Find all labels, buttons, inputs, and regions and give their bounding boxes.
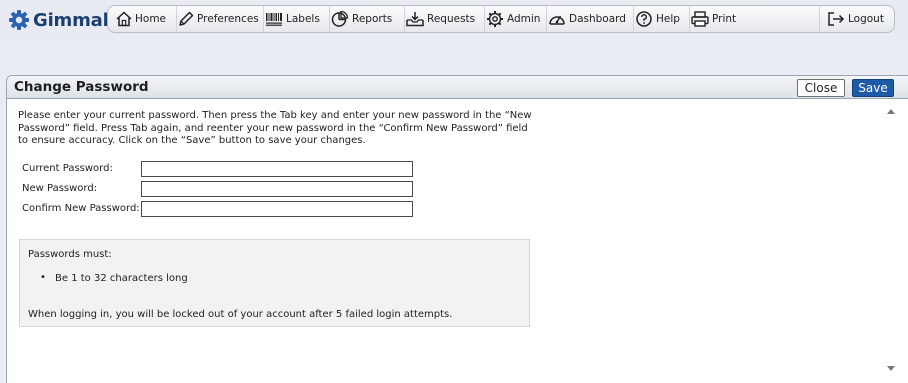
nav-labels[interactable]: Labels xyxy=(264,6,330,32)
inbox-download-icon xyxy=(406,12,424,27)
dialog-title: Change Password xyxy=(14,79,149,95)
nav-print[interactable]: Print xyxy=(690,6,746,32)
app-logo-text: Gimmal xyxy=(33,9,109,31)
change-password-dialog: Change Password Close Save Please enter … xyxy=(6,75,908,383)
save-button[interactable]: Save xyxy=(852,79,894,97)
help-icon xyxy=(636,11,652,27)
lockout-notice: When logging in, you will be locked out … xyxy=(28,309,453,320)
pencil-icon xyxy=(179,11,194,26)
nav-dashboard[interactable]: Dashboard xyxy=(547,6,634,32)
new-password-input[interactable] xyxy=(141,181,413,197)
home-icon xyxy=(116,11,132,27)
current-password-label: Current Password: xyxy=(22,163,113,174)
nav-admin[interactable]: Admin xyxy=(485,6,547,32)
speedometer-icon xyxy=(549,15,565,25)
new-password-label: New Password: xyxy=(22,183,98,194)
barcode-icon xyxy=(266,13,282,26)
nav-reports[interactable]: Reports xyxy=(330,6,405,32)
app-logo[interactable]: Gimmal xyxy=(8,7,109,33)
nav-help[interactable]: Help xyxy=(634,6,690,32)
confirm-password-input[interactable] xyxy=(141,201,413,217)
close-button[interactable]: Close xyxy=(797,79,845,97)
nav-preferences[interactable]: Preferences xyxy=(177,6,264,32)
nav-home[interactable]: Home xyxy=(115,6,177,32)
logout-icon xyxy=(828,12,845,26)
top-bar: Gimmal Home Preferences Labels Reports R… xyxy=(0,0,908,42)
nav-logout[interactable]: Logout xyxy=(819,6,891,32)
rules-heading: Passwords must: xyxy=(28,249,112,260)
instructions-text: Please enter your current password. Then… xyxy=(18,110,532,147)
current-password-input[interactable] xyxy=(141,161,413,177)
gear-logo-icon xyxy=(9,10,29,30)
confirm-password-label: Confirm New Password: xyxy=(22,203,140,214)
pie-chart-icon xyxy=(331,10,349,27)
dialog-header: Change Password Close Save xyxy=(7,76,908,99)
scroll-down-arrow-icon[interactable] xyxy=(886,365,896,373)
dialog-content: Please enter your current password. Then… xyxy=(7,99,908,383)
main-nav: Home Preferences Labels Reports Requests… xyxy=(107,5,895,33)
scroll-up-arrow-icon[interactable] xyxy=(886,107,896,115)
nav-requests[interactable]: Requests xyxy=(405,6,485,32)
gear-icon xyxy=(487,11,503,27)
rule-item: Be 1 to 32 characters long xyxy=(55,273,188,284)
printer-icon xyxy=(691,11,709,27)
password-rules-box: Passwords must: • Be 1 to 32 characters … xyxy=(19,239,530,327)
bullet-icon: • xyxy=(40,272,46,283)
